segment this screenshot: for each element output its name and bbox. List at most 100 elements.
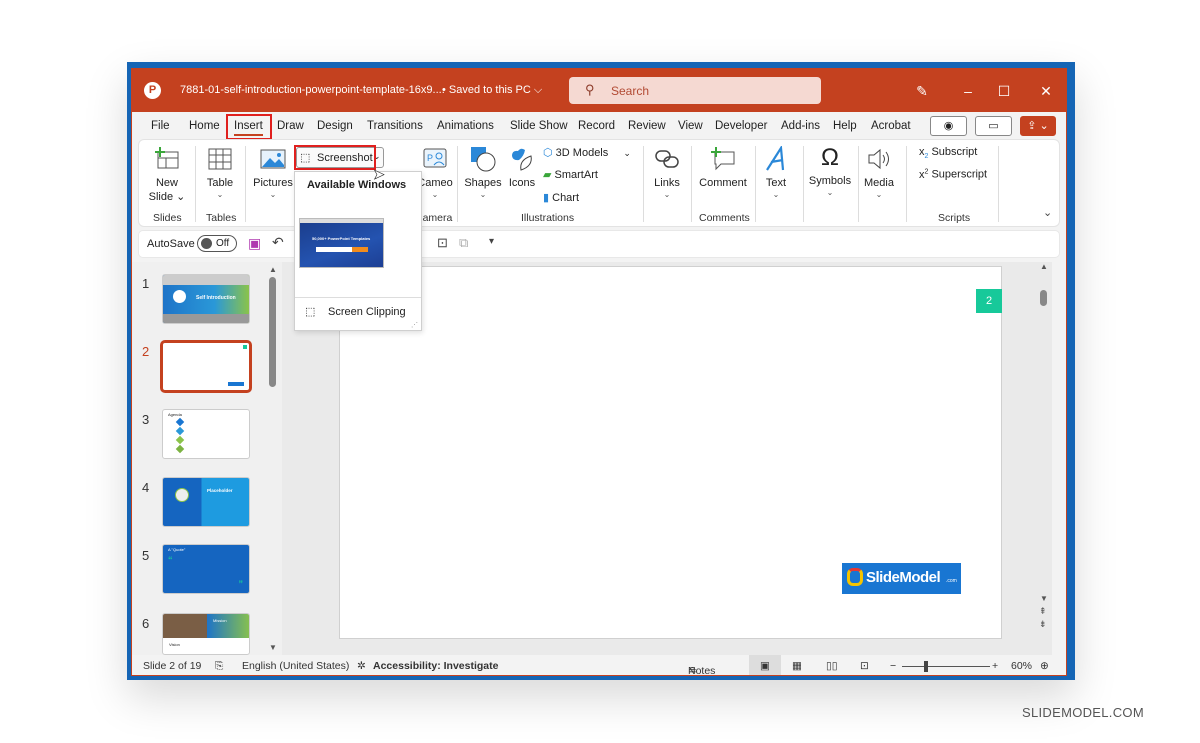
3d-models-button[interactable]: ⬡ 3D Models ⌄ (543, 146, 631, 159)
agenda-marker (175, 417, 185, 427)
close-button[interactable]: ✕ (1028, 79, 1064, 103)
thumb-input (316, 247, 352, 252)
resize-grip-icon[interactable]: ⋰ (411, 321, 418, 329)
designer-pen-icon[interactable]: ✎ (904, 79, 940, 103)
superscript-icon: x2 (919, 168, 929, 181)
search-box[interactable]: ⚲ Search (569, 77, 821, 104)
next-slide-icon[interactable]: ⇟ (1039, 619, 1047, 630)
icons-button[interactable]: Icons (505, 140, 539, 190)
scroll-down-icon[interactable]: ▼ (269, 643, 277, 652)
start-slideshow-icon[interactable]: ⊡ (437, 235, 448, 251)
group-label-tables: Tables (206, 212, 237, 224)
tab-help[interactable]: Help (833, 120, 857, 132)
available-window-thumbnail[interactable]: 50,000+ PowerPoint Templates (299, 218, 384, 268)
slide-thumbnail-4[interactable]: Placeholder (162, 477, 250, 527)
tab-record[interactable]: Record (578, 120, 615, 132)
scroll-up-icon[interactable]: ▲ (1040, 262, 1048, 271)
save-status[interactable]: • Saved to this PC ⌵ (442, 84, 542, 97)
pictures-button[interactable]: Pictures ⌄ (251, 140, 295, 200)
chart-button[interactable]: ▮ Chart (543, 191, 579, 204)
scroll-thumb[interactable] (269, 277, 276, 387)
minimize-button[interactable]: – (950, 79, 986, 103)
text-button[interactable]: Text ⌄ (761, 140, 791, 200)
new-slide-button[interactable]: New Slide ⌄ (147, 140, 187, 204)
slide-thumbnail-6[interactable]: Mission Vision (162, 613, 250, 655)
new-slide-label: New (155, 177, 178, 189)
links-button[interactable]: Links ⌄ (649, 140, 685, 200)
reading-view-button[interactable]: ▯▯ (826, 660, 838, 672)
slide-number: 5 (142, 548, 150, 563)
tab-animations[interactable]: Animations (437, 120, 494, 132)
maximize-button[interactable]: ☐ (986, 79, 1022, 103)
zoom-slider-thumb[interactable] (924, 661, 929, 672)
comments-button[interactable]: ▭ (975, 116, 1012, 136)
slideshow-button[interactable]: ⊡ (860, 660, 869, 672)
slide-sorter-button[interactable]: ▦ (792, 660, 802, 672)
previous-slide-icon[interactable]: ⇞ (1039, 606, 1047, 617)
icons-label: Icons (508, 177, 536, 189)
zoom-level[interactable]: 60% (1011, 660, 1032, 672)
customize-qat-icon[interactable]: ▾ (489, 236, 494, 247)
accessibility-status[interactable]: Accessibility: Investigate (373, 660, 498, 672)
zoom-in-button[interactable]: + (992, 660, 998, 672)
symbols-button[interactable]: Ω Symbols ⌄ (807, 140, 853, 198)
tab-review[interactable]: Review (628, 120, 666, 132)
subscript-button[interactable]: x2 Subscript (919, 146, 977, 160)
autosave-toggle[interactable]: Off (197, 235, 237, 252)
normal-view-button[interactable]: ▣ (749, 655, 781, 675)
record-button[interactable]: ◉ (930, 116, 967, 136)
zoom-slider-track[interactable] (902, 666, 990, 667)
slide-thumbnail-5[interactable]: A "Quote" “ ” (162, 544, 250, 594)
thumbnail-scrollbar[interactable]: ▲ ▼ (268, 265, 278, 655)
tab-developer[interactable]: Developer (715, 120, 767, 132)
chart-icon: ▮ (543, 192, 550, 204)
screenshot-dropdown: Available Windows 50,000+ PowerPoint Tem… (294, 171, 422, 331)
tab-transitions[interactable]: Transitions (367, 120, 423, 132)
tab-add-ins[interactable]: Add-ins (781, 120, 820, 132)
tab-acrobat[interactable]: Acrobat (871, 120, 911, 132)
slide-thumbnail-3[interactable]: Agenda (162, 409, 250, 459)
table-button[interactable]: Table ⌄ (201, 140, 239, 200)
duplicate-icon[interactable]: ⧉ (459, 235, 468, 251)
zoom-out-button[interactable]: − (890, 660, 896, 672)
scroll-up-icon[interactable]: ▲ (269, 265, 277, 274)
media-button[interactable]: Media ⌄ (861, 140, 897, 200)
collapse-ribbon-icon[interactable]: ⌄ (1043, 206, 1052, 219)
language-status[interactable]: English (United States) (242, 660, 349, 672)
logo-suffix: .com (946, 578, 957, 584)
chevron-down-icon: ⌄ (772, 190, 780, 199)
editor-scroll-thumb[interactable] (1040, 290, 1047, 306)
tab-home[interactable]: Home (189, 120, 220, 132)
tab-slide-show[interactable]: Slide Show (510, 120, 568, 132)
accessibility-icon: ✲ (357, 660, 366, 672)
slide-number: 4 (142, 480, 150, 495)
spell-check-icon[interactable]: ⎘ (215, 660, 223, 673)
thumb-title: A "Quote" (168, 547, 186, 552)
tab-draw[interactable]: Draw (277, 120, 304, 132)
tab-design[interactable]: Design (317, 120, 353, 132)
fit-to-window-icon[interactable]: ⊕ (1040, 660, 1049, 672)
3d-models-label: 3D Models (555, 147, 609, 159)
slide-thumbnail-1[interactable]: Self Introduction (162, 274, 250, 324)
group-label-scripts: Scripts (938, 212, 971, 224)
save-icon[interactable]: ▣ (248, 235, 261, 252)
logo-text: SlideModel (866, 569, 941, 586)
thumb-photo-strip (163, 314, 249, 323)
undo-icon[interactable]: ↶ (272, 234, 284, 251)
divider (643, 146, 644, 222)
slide-thumbnail-2[interactable] (160, 340, 252, 393)
subscript-icon: x2 (919, 146, 929, 161)
tab-view[interactable]: View (678, 120, 703, 132)
comment-button[interactable]: Comment (696, 140, 750, 190)
slide-canvas[interactable]: 2 SlideModel .com (339, 266, 1002, 639)
quote-icon: “ (168, 555, 173, 565)
share-button[interactable]: ⇪ ⌄ (1020, 116, 1056, 136)
scroll-down-icon[interactable]: ▼ (1040, 594, 1048, 603)
superscript-button[interactable]: x2 Superscript (919, 168, 987, 181)
smartart-button[interactable]: ▰ SmartArt (543, 168, 598, 181)
shapes-button[interactable]: Shapes ⌄ (463, 140, 503, 200)
screen-clipping-item[interactable]: ⬚ Screen Clipping (295, 300, 421, 324)
tab-file[interactable]: File (151, 120, 170, 132)
powerpoint-window: P 7881-01-self-introduction-powerpoint-t… (131, 68, 1067, 676)
new-comment-icon (711, 147, 735, 171)
